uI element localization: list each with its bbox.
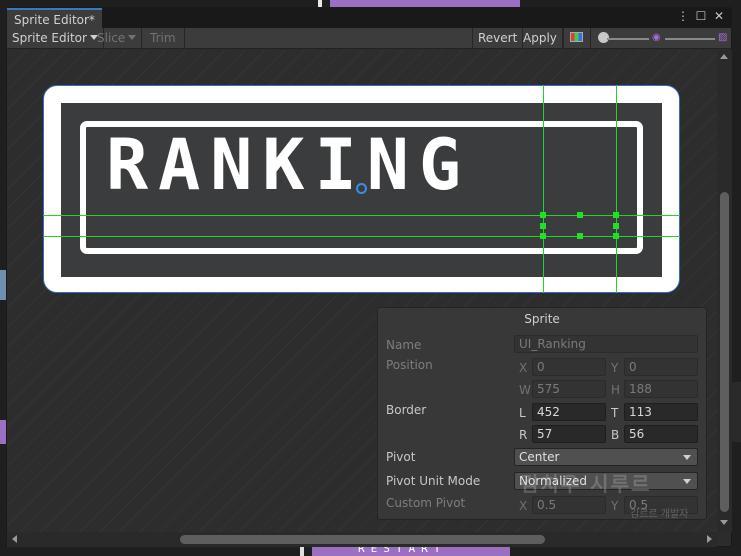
custom-pivot-y-label: Y	[611, 499, 619, 513]
trim-button[interactable]: Trim	[142, 28, 185, 49]
sprite-ui-ranking[interactable]: RANKING	[43, 85, 680, 293]
border-handle[interactable]	[540, 223, 546, 229]
custom-pivot-x-label: X	[519, 499, 528, 513]
background-right-strip	[731, 382, 741, 442]
horizontal-scroll-thumb[interactable]	[180, 535, 545, 544]
pivot-unit-mode-label: Pivot Unit Mode	[386, 474, 481, 488]
position-y-field: 0	[624, 358, 698, 376]
watermark: 김치우 시루르	[520, 472, 652, 496]
slice-dropdown[interactable]: Slice	[92, 28, 143, 49]
position-h-field: 188	[624, 380, 698, 398]
border-line-right[interactable]	[616, 85, 617, 293]
sprite-text: RANKING	[106, 124, 472, 206]
scroll-down-icon[interactable]	[720, 520, 728, 525]
vertical-scrollbar[interactable]	[717, 50, 732, 532]
pivot-label: Pivot	[386, 450, 416, 464]
position-x-field: 0	[532, 358, 606, 376]
pivot-dropdown[interactable]: Center	[514, 448, 698, 466]
border-label: Border	[386, 403, 427, 417]
position-x-label: X	[519, 361, 528, 375]
border-handle[interactable]	[540, 233, 546, 239]
custom-pivot-label: Custom Pivot	[386, 496, 466, 510]
name-field: UI_Ranking	[514, 335, 698, 353]
zoom-slider-track[interactable]	[607, 38, 649, 40]
mode-dropdown-label: Sprite Editor	[12, 31, 87, 45]
rgb-channel-icon	[570, 32, 583, 42]
name-label: Name	[386, 338, 422, 352]
scroll-up-icon[interactable]	[720, 54, 728, 59]
mip-slider-track[interactable]	[665, 38, 715, 40]
border-r-label: R	[519, 428, 528, 442]
border-handle[interactable]	[613, 223, 619, 229]
horizontal-scrollbar[interactable]	[7, 532, 717, 547]
border-l-field[interactable]: 452	[532, 403, 606, 421]
chevron-down-icon	[128, 35, 137, 40]
mip-large-icon: ▨	[718, 32, 728, 43]
mip-small-icon: ◉	[652, 32, 661, 43]
position-y-label: Y	[611, 361, 619, 375]
scroll-right-icon[interactable]	[707, 535, 712, 543]
border-b-field[interactable]: 56	[624, 425, 698, 443]
border-r-field[interactable]: 57	[532, 425, 606, 443]
border-t-field[interactable]: 113	[624, 403, 698, 421]
apply-button[interactable]: Apply	[518, 28, 563, 49]
position-label: Position	[386, 358, 433, 372]
chevron-down-icon	[683, 455, 691, 460]
border-l-label: L	[519, 406, 526, 420]
position-w-label: W	[519, 383, 531, 397]
menu-icon[interactable]: ⋮	[677, 9, 689, 23]
pivot-handle[interactable]	[356, 183, 367, 194]
border-t-label: T	[611, 406, 619, 420]
tab-bar: Sprite Editor* ⋮ ☐ ✕	[7, 8, 731, 28]
chevron-down-icon	[683, 479, 691, 484]
position-w-field: 575	[532, 380, 606, 398]
watermark-subtitle: 김르르 개발자	[630, 509, 689, 520]
position-h-label: H	[611, 383, 621, 397]
border-b-label: B	[611, 428, 620, 442]
border-line-top[interactable]	[43, 215, 680, 216]
background-panel-top	[330, 0, 520, 7]
border-handle[interactable]	[577, 212, 583, 218]
close-icon[interactable]: ✕	[713, 9, 725, 23]
sprite-canvas[interactable]: RANKING Sprite Name UI_Ranking Position …	[7, 50, 717, 532]
maximize-icon[interactable]: ☐	[695, 9, 707, 23]
tab-sprite-editor[interactable]: Sprite Editor*	[7, 8, 102, 28]
vertical-scroll-thumb[interactable]	[720, 192, 729, 512]
slice-dropdown-label: Slice	[97, 31, 126, 45]
scroll-left-icon[interactable]	[12, 535, 17, 543]
border-handle[interactable]	[613, 233, 619, 239]
toolbar: Sprite Editor Slice Trim Revert Apply ◉ …	[7, 28, 731, 49]
mode-dropdown[interactable]: Sprite Editor	[7, 28, 104, 49]
revert-button[interactable]: Revert	[472, 28, 524, 49]
panel-title: Sprite	[524, 312, 560, 326]
background-edge	[318, 0, 322, 7]
pivot-dropdown-value: Center	[519, 450, 560, 464]
border-line-left[interactable]	[543, 85, 544, 293]
sprite-editor-window: Sprite Editor* ⋮ ☐ ✕ Sprite Editor Slice…	[6, 7, 732, 547]
border-line-bottom[interactable]	[43, 236, 680, 237]
window-controls: ⋮ ☐ ✕	[677, 9, 725, 23]
custom-pivot-x-field: 0.5	[532, 496, 606, 514]
border-handle[interactable]	[577, 233, 583, 239]
border-handle[interactable]	[613, 212, 619, 218]
border-handle[interactable]	[540, 212, 546, 218]
